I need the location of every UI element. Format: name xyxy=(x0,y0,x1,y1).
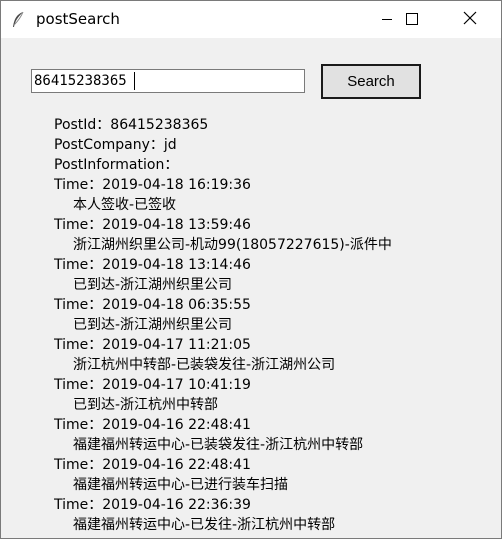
tracking-description: 福建福州转运中心-已装袋发往-浙江杭州中转部 xyxy=(73,437,364,453)
tracking-time: Time：2019-04-18 13:14:46 xyxy=(54,257,251,273)
post-company-label: PostCompany：jd xyxy=(54,137,177,153)
tracking-time: Time：2019-04-16 22:36:39 xyxy=(54,497,251,513)
window-title: postSearch xyxy=(36,10,120,28)
tracking-description: 已到达-浙江湖州织里公司 xyxy=(73,277,233,293)
tracking-time: Time：2019-04-16 22:48:41 xyxy=(54,457,251,473)
tracking-description: 已到达-浙江湖州织里公司 xyxy=(73,317,233,333)
title-bar[interactable]: postSearch xyxy=(1,1,501,38)
feather-icon xyxy=(11,11,25,29)
app-window: postSearch Search PostId：86415238365 Pos… xyxy=(0,0,502,539)
tracking-time: Time：2019-04-17 11:21:05 xyxy=(54,337,251,353)
tracking-description: 本人签收-已签收 xyxy=(73,197,177,213)
tracking-description: 浙江杭州中转部-已装袋发往-浙江湖州公司 xyxy=(73,357,336,373)
maximize-button[interactable] xyxy=(389,1,435,38)
close-icon xyxy=(463,10,477,29)
post-information-label: PostInformation： xyxy=(54,157,179,173)
maximize-icon xyxy=(406,10,418,29)
tracking-description: 浙江湖州织里公司-机动99(18057227615)-派件中 xyxy=(73,237,392,253)
tracking-time: Time：2019-04-18 13:59:46 xyxy=(54,217,251,233)
text-caret xyxy=(134,72,135,90)
close-button[interactable] xyxy=(447,1,493,38)
search-input[interactable] xyxy=(31,69,305,93)
tracking-time: Time：2019-04-16 22:48:41 xyxy=(54,417,251,433)
tracking-time: Time：2019-04-18 16:19:36 xyxy=(54,177,251,193)
tracking-description: 福建福州转运中心-已发往-浙江杭州中转部 xyxy=(73,517,336,533)
tracking-description: 福建福州转运中心-已进行装车扫描 xyxy=(73,477,289,493)
tracking-time: Time：2019-04-17 10:41:19 xyxy=(54,377,251,393)
result-panel: PostId：86415238365 PostCompany：jd PostIn… xyxy=(54,115,499,535)
post-id-label: PostId：86415238365 xyxy=(54,117,209,133)
search-button[interactable]: Search xyxy=(321,64,421,99)
tracking-time: Time：2019-04-18 06:35:55 xyxy=(54,297,251,313)
tracking-list: Time：2019-04-18 16:19:36 本人签收-已签收 Time：201… xyxy=(54,175,499,535)
tracking-description: 已到达-浙江杭州中转部 xyxy=(73,397,219,413)
